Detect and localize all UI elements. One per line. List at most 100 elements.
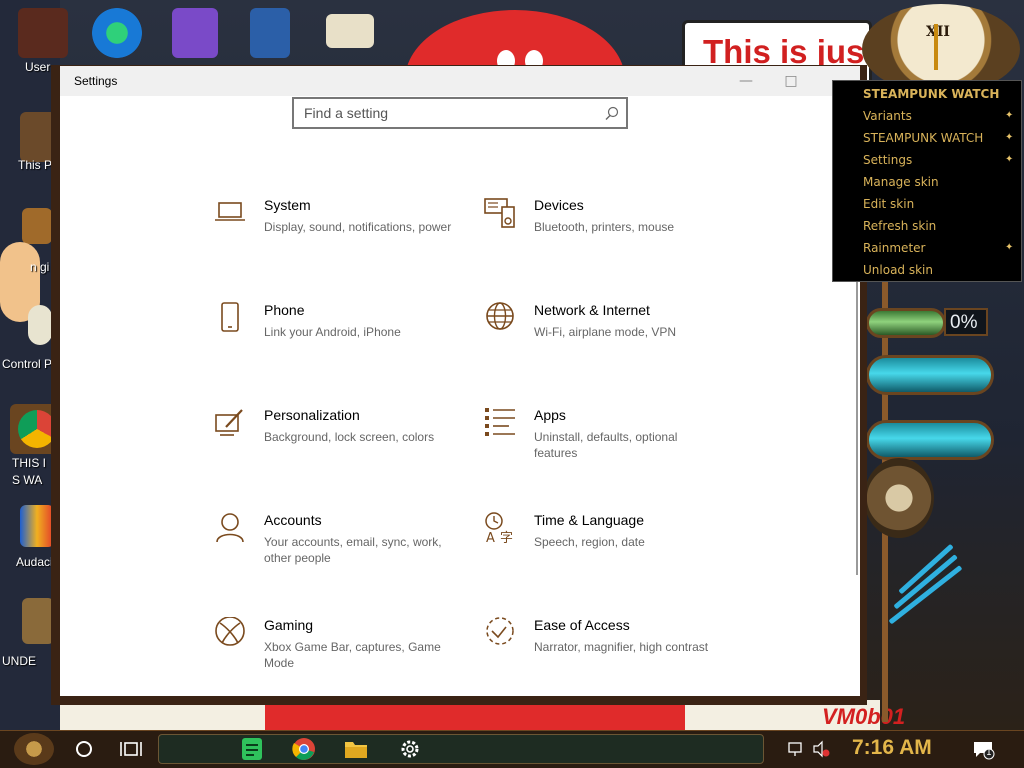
category-ease-of-access[interactable]: Ease of Access Narrator, magnifier, high… — [484, 617, 734, 687]
desktop-icon-label: UNDE — [2, 654, 37, 668]
minimize-button[interactable]: — — [736, 72, 756, 90]
menu-item-rainmeter[interactable]: Rainmeter — [863, 241, 925, 255]
category-devices[interactable]: Devices Bluetooth, printers, mouse — [484, 197, 734, 267]
phone-icon — [221, 302, 239, 332]
category-title: Network & Internet — [534, 302, 650, 318]
file-explorer-taskbar-icon[interactable] — [342, 736, 370, 762]
menu-item-edit-skin[interactable]: Edit skin — [863, 197, 914, 211]
desktop-icon-label: S WA — [12, 473, 43, 487]
task-view-button[interactable] — [118, 736, 146, 762]
category-description: Uninstall, defaults, optional features — [534, 430, 678, 460]
category-title: System — [264, 197, 311, 213]
person-icon — [216, 513, 244, 543]
visual-studio-icon[interactable] — [172, 8, 218, 58]
gauge-cyan-1 — [866, 355, 994, 395]
gauge-percent-readout: 0% — [944, 308, 988, 336]
category-time-language[interactable]: A 字 Time & Language Speech, region, date — [484, 512, 734, 582]
menu-item-unload-skin[interactable]: Unload skin — [863, 263, 933, 277]
edge-icon[interactable] — [92, 8, 142, 58]
category-description: Speech, region, date — [534, 535, 645, 549]
category-description: Background, lock screen, colors — [264, 430, 435, 444]
sticky-notes-taskbar-icon[interactable] — [238, 736, 266, 762]
volume-muted-icon[interactable] — [812, 740, 830, 758]
desktop-icon-label: THIS I — [12, 456, 47, 470]
category-system[interactable]: System Display, sound, notifications, po… — [214, 197, 464, 267]
category-accounts[interactable]: Accounts Your accounts, email, sync, wor… — [214, 512, 464, 582]
svg-text:A: A — [486, 531, 495, 544]
menu-item-steampunk-watch[interactable]: STEAMPUNK WATCH — [863, 131, 983, 145]
desktop-icon-label: Control P — [2, 357, 53, 371]
settings-content — [60, 96, 860, 696]
start-button[interactable] — [14, 733, 54, 765]
ease-of-access-icon — [486, 617, 514, 645]
submenu-arrow-icon: ✦ — [1005, 110, 1014, 121]
category-network[interactable]: Network & Internet Wi-Fi, airplane mode,… — [484, 302, 734, 372]
window-title: Settings — [74, 74, 118, 88]
tesla-rod — [888, 565, 963, 625]
apps-list-icon — [485, 408, 515, 436]
clock-hand — [934, 24, 938, 70]
settings-title-bar[interactable]: Settings — □ — [60, 66, 860, 96]
category-title: Ease of Access — [534, 617, 630, 633]
menu-header: STEAMPUNK WATCH — [863, 87, 1000, 101]
category-title: Personalization — [264, 407, 360, 423]
rainmeter-context-menu: STEAMPUNK WATCH Variants ✦ STEAMPUNK WAT… — [832, 80, 1022, 282]
laptop-icon — [215, 202, 245, 221]
hxd-icon[interactable] — [326, 14, 374, 48]
menu-item-manage-skin[interactable]: Manage skin — [863, 175, 939, 189]
cortana-circle-icon — [76, 741, 92, 757]
wallpaper-watermark: VM0b01 — [822, 704, 906, 729]
globe-icon — [486, 302, 514, 330]
search-input[interactable]: Find a setting — [292, 97, 628, 129]
category-description: Wi-Fi, airplane mode, VPN — [534, 325, 677, 339]
category-gaming[interactable]: Gaming Xbox Game Bar, captures, Game Mod… — [214, 617, 464, 687]
menu-item-refresh-skin[interactable]: Refresh skin — [863, 219, 936, 233]
taskbar-clock[interactable]: 7:16 AM — [852, 736, 932, 760]
submenu-arrow-icon: ✦ — [1005, 242, 1014, 253]
time-language-icon: A 字 — [485, 512, 513, 544]
category-description: Bluetooth, printers, mouse — [534, 220, 675, 234]
category-description: Display, sound, notifications, power — [264, 220, 452, 234]
maximize-button[interactable]: □ — [781, 72, 801, 90]
category-title: Apps — [534, 407, 566, 423]
xbox-icon — [215, 617, 245, 646]
category-description: Link your Android, iPhone — [264, 325, 401, 339]
menu-item-settings[interactable]: Settings — [863, 153, 912, 167]
submenu-arrow-icon: ✦ — [1005, 132, 1014, 143]
steampunk-shortcut-icon[interactable] — [22, 598, 54, 644]
category-description: Xbox Game Bar, captures, Game Mode — [264, 640, 441, 670]
user-folder-icon[interactable] — [18, 8, 68, 58]
chrome-taskbar-icon[interactable] — [290, 736, 318, 762]
category-description: Narrator, magnifier, high contrast — [534, 640, 709, 654]
lightbulb-icon[interactable] — [28, 305, 52, 345]
category-apps[interactable]: Apps Uninstall, defaults, optional featu… — [484, 407, 734, 477]
settings-taskbar-icon[interactable] — [396, 736, 424, 762]
search-placeholder: Find a setting — [304, 105, 389, 121]
gear-icon — [401, 740, 419, 758]
category-title: Devices — [534, 197, 584, 213]
virtualbox-icon[interactable] — [250, 8, 290, 58]
category-title: Gaming — [264, 617, 314, 633]
search-icon — [605, 106, 619, 120]
network-icon[interactable] — [788, 740, 806, 758]
gauge-cyan-2 — [866, 420, 994, 460]
menu-item-variants[interactable]: Variants — [863, 109, 912, 123]
paint-brush-icon — [215, 409, 243, 436]
devices-icon — [484, 198, 515, 228]
desktop-icon-label: This P — [18, 158, 53, 172]
category-description: Your accounts, email, sync, work, other … — [264, 535, 442, 565]
search-taskbar-button[interactable] — [72, 736, 100, 762]
category-personalization[interactable]: Personalization Background, lock screen,… — [214, 407, 464, 477]
category-phone[interactable]: Phone Link your Android, iPhone — [214, 302, 464, 372]
category-title: Phone — [264, 302, 305, 318]
bin-icon[interactable] — [22, 208, 52, 244]
svg-text:字: 字 — [500, 531, 513, 544]
gear-icon — [864, 458, 934, 538]
audacity-icon[interactable] — [20, 505, 54, 547]
desktop-icon-label: n gi — [30, 260, 50, 274]
notification-icon — [974, 742, 995, 760]
action-center-button[interactable]: 1 — [972, 740, 996, 760]
gauge-green — [866, 308, 946, 338]
desktop-icon-label: Audaci — [16, 555, 53, 569]
category-title: Time & Language — [534, 512, 644, 528]
